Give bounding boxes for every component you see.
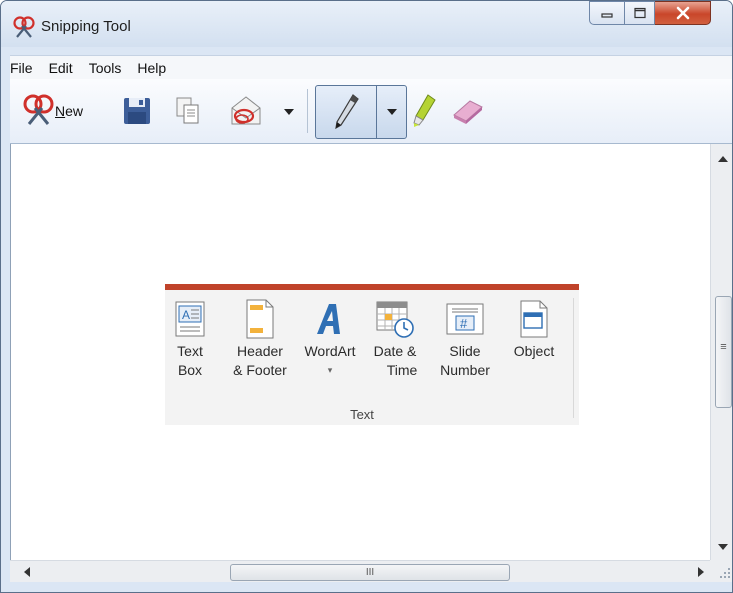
scroll-down-icon[interactable]: [718, 544, 728, 550]
menu-bar: File Edit Tools Help: [10, 55, 732, 80]
slide-number-label-2: Number: [440, 362, 490, 378]
slide-number-label-1: Slide: [449, 343, 481, 359]
header-footer-button: Header & Footer: [227, 290, 293, 380]
date-time-label-2: Time: [386, 362, 418, 378]
toolbar-separator: [307, 89, 308, 133]
date-time-icon: [376, 301, 414, 338]
vertical-scroll-thumb[interactable]: ≡: [715, 296, 732, 408]
pen-button[interactable]: [316, 86, 376, 138]
group-separator: [573, 298, 574, 418]
wordart-caret: ▾: [327, 365, 333, 375]
text-box-label-1: Text: [177, 343, 203, 359]
slide-number-icon: #: [446, 303, 484, 335]
wordart-icon: [317, 304, 340, 334]
save-icon: [124, 98, 150, 124]
minimize-button[interactable]: [589, 1, 625, 25]
toolbar: New: [10, 79, 732, 144]
scroll-up-icon[interactable]: [718, 156, 728, 162]
highlighter-button[interactable]: [408, 91, 440, 131]
new-mnemonic: N: [55, 103, 66, 119]
date-time-button: Date & Time: [367, 290, 423, 380]
title-bar[interactable]: Snipping Tool: [1, 1, 732, 47]
text-box-label-2: Box: [177, 362, 203, 378]
send-snip-button[interactable]: [226, 91, 266, 131]
date-time-label-1: Date &: [373, 343, 417, 359]
scroll-right-icon[interactable]: [698, 567, 704, 577]
text-box-button: A Text Box: [169, 290, 211, 380]
menu-help[interactable]: Help: [129, 56, 174, 80]
menu-file[interactable]: File: [10, 56, 41, 80]
svg-text:A: A: [182, 308, 190, 322]
horizontal-scroll-thumb[interactable]: III: [230, 564, 510, 581]
pen-icon: [335, 94, 359, 130]
header-footer-label-1: Header: [237, 343, 283, 359]
chevron-down-icon: [386, 109, 397, 115]
slide-number-button: # Slide Number: [435, 290, 495, 380]
window-title: Snipping Tool: [41, 18, 131, 35]
send-snip-dropdown[interactable]: [282, 105, 296, 119]
horizontal-thumb-grip: III: [365, 567, 375, 578]
resize-grip-icon: [720, 568, 730, 578]
object-icon: [520, 300, 548, 338]
chevron-down-icon: [284, 109, 294, 115]
save-button[interactable]: [122, 93, 152, 129]
minimize-icon: [601, 13, 613, 18]
new-label: New: [55, 103, 83, 119]
maximize-button[interactable]: [625, 1, 655, 25]
captured-ribbon-snippet: A Text Box Header & Footer WordArt ▾ Dat…: [165, 284, 579, 425]
object-button: Object: [506, 290, 562, 361]
svg-text:#: #: [460, 316, 468, 331]
window-bottom-frame: [1, 582, 732, 592]
menu-edit[interactable]: Edit: [41, 56, 81, 80]
scroll-left-icon[interactable]: [24, 567, 30, 577]
highlighter-icon: [413, 94, 436, 127]
horizontal-scrollbar[interactable]: III: [10, 560, 710, 583]
menu-tools[interactable]: Tools: [81, 56, 130, 80]
header-footer-icon: [246, 299, 274, 339]
resize-grip[interactable]: [710, 560, 732, 582]
copy-button[interactable]: [173, 93, 203, 129]
copy-icon: [176, 97, 199, 124]
text-group-label: Text: [350, 407, 374, 422]
close-button[interactable]: [655, 1, 711, 25]
new-snip-button[interactable]: New: [16, 93, 92, 129]
new-label-rest: ew: [65, 103, 84, 119]
vertical-scrollbar[interactable]: ≡: [710, 144, 732, 560]
header-footer-label-2: & Footer: [233, 362, 287, 378]
caption-buttons: [589, 1, 732, 29]
vertical-thumb-grip: ≡: [720, 341, 727, 353]
scissors-app-icon: [13, 16, 35, 38]
pen-dropdown[interactable]: [377, 86, 406, 138]
eraser-icon: [453, 100, 483, 124]
maximize-icon: [633, 7, 646, 19]
close-icon: [676, 6, 689, 20]
wordart-label: WordArt: [304, 343, 356, 359]
wordart-button: WordArt ▾: [299, 290, 361, 380]
email-envelope-icon: [231, 96, 261, 125]
eraser-button[interactable]: [450, 93, 486, 129]
text-box-icon: A: [175, 301, 205, 337]
snipping-tool-window: Snipping Tool File Edit Tools Help New A…: [0, 0, 733, 593]
scissors-icon: [23, 94, 54, 125]
pen-button-group: [315, 85, 407, 139]
object-label: Object: [513, 343, 555, 359]
